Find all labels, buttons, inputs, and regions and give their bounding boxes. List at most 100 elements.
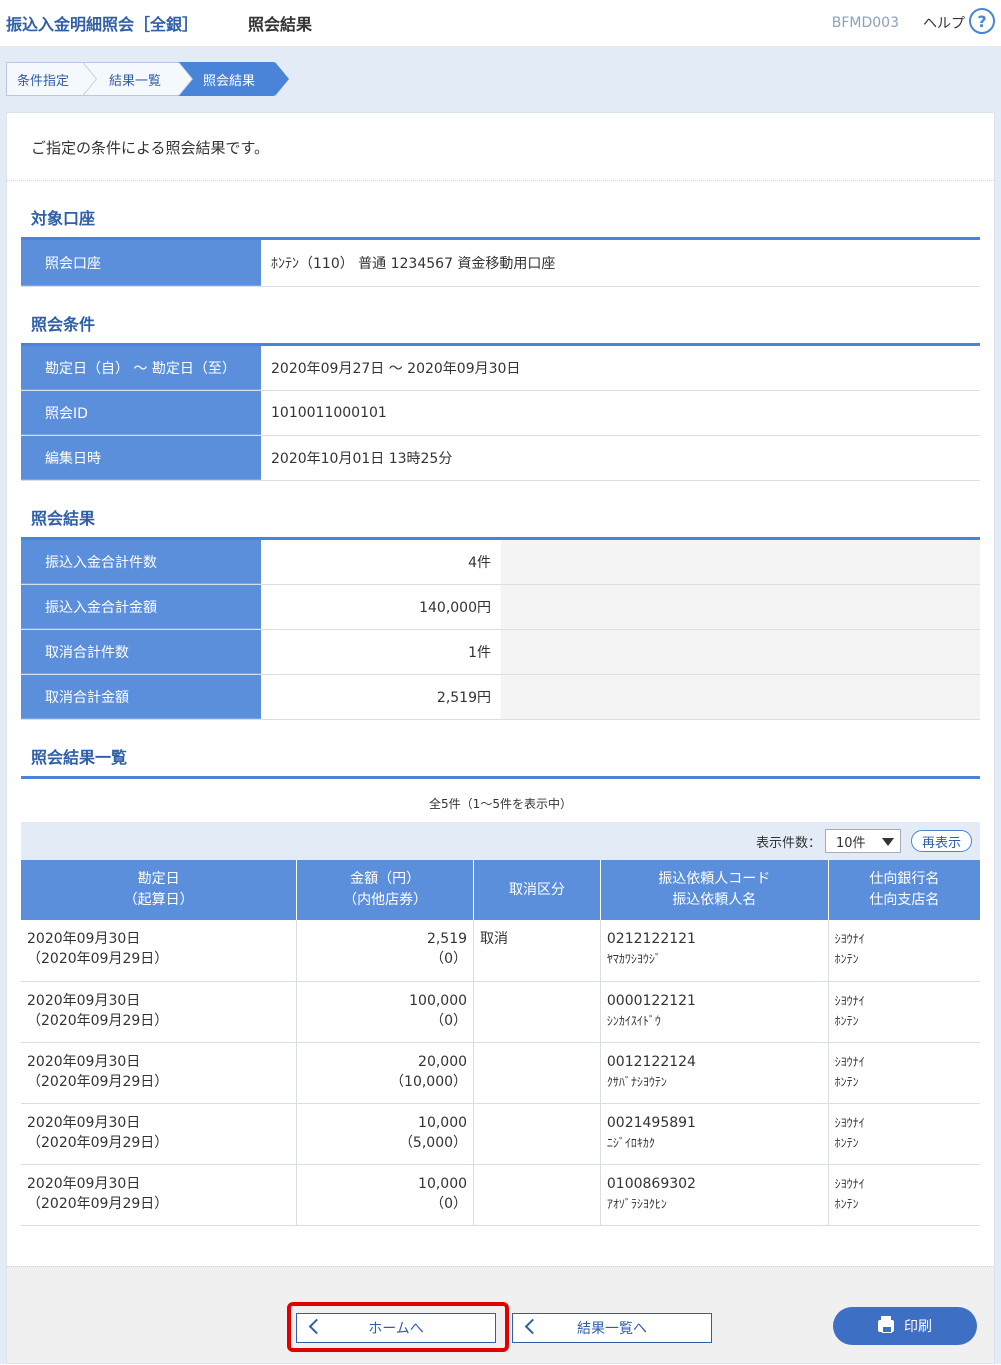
- conditions-row: 照会ID 1010011000101: [21, 391, 980, 436]
- row-filler: [501, 585, 980, 629]
- row-filler: [501, 675, 980, 719]
- row-filler: [501, 540, 980, 584]
- app-title: 振込入金明細照会［全銀］: [6, 15, 199, 34]
- intro-text: ご指定の条件による照会結果です。: [7, 113, 994, 181]
- row-value: 1件: [468, 645, 491, 661]
- row-value: 2,519円: [436, 690, 491, 706]
- result-table: 勘定日 （起算日） 金額（円） （内他店券） 取消区分 振込依頼人コード 振込依頼人名…: [21, 860, 980, 1226]
- row-value: 140,000円: [419, 600, 491, 616]
- page-header: 振込入金明細照会［全銀］ 照会結果 BFMD003 ヘルプ ?: [0, 0, 1001, 46]
- table-row: 2020年09月30日 （2020年09月29日） 10,000 （5,000） 0…: [21, 1103, 980, 1165]
- cell-requester: 0212122121 ﾔﾏｶﾜｼﾖｳｼﾞ: [600, 920, 829, 982]
- result-summary-table: 振込入金合計件数 4件 振込入金合計金額 140,000円 取消合計件数 1件 …: [21, 537, 980, 720]
- cell-amount: 10,000 （5,000）: [296, 1103, 475, 1165]
- table-row: 2020年09月30日 （2020年09月29日） 100,000 （0） 0000…: [21, 981, 980, 1043]
- cell-amount: 10,000 （0）: [296, 1164, 475, 1226]
- row-label: 照会ID: [21, 391, 261, 435]
- chevron-left-icon: [524, 1318, 541, 1334]
- cell-requester: 0012122124 ｸｻﾊﾞﾅｼﾖｳﾃﾝ: [600, 1042, 829, 1104]
- col-header-cancel: 取消区分: [473, 860, 601, 920]
- col-header-bank: 仕向銀行名 仕向支店名: [828, 860, 980, 920]
- refresh-button[interactable]: 再表示: [910, 830, 972, 852]
- cell-date: 2020年09月30日 （2020年09月29日）: [21, 1103, 298, 1165]
- screen-id: BFMD003: [831, 15, 899, 31]
- row-label: 取消合計金額: [21, 675, 261, 719]
- cell-amount: 100,000 （0）: [296, 981, 475, 1043]
- cell-bank: ｼﾖｳﾅｲ ﾎﾝﾃﾝ: [828, 920, 980, 982]
- account-table: 照会口座 ﾎﾝﾃﾝ（110） 普通 1234567 資金移動用口座: [21, 237, 980, 287]
- cell-bank: ｼﾖｳﾅｲ ﾎﾝﾃﾝ: [828, 1164, 980, 1226]
- help-icon[interactable]: ?: [969, 8, 995, 34]
- step-condition: 条件指定: [6, 62, 97, 96]
- result-row: 取消合計金額 2,519円: [21, 675, 980, 720]
- cell-requester: 0021495891 ﾆｼﾞｲﾛｷｶｸ: [600, 1103, 829, 1165]
- cell-cancel: [473, 1103, 601, 1165]
- row-value: ﾎﾝﾃﾝ（110） 普通 1234567 資金移動用口座: [271, 256, 556, 272]
- cell-cancel: 取消: [473, 920, 601, 982]
- printer-icon: [878, 1315, 894, 1333]
- cell-amount: 2,519 （0）: [296, 920, 475, 982]
- row-value: 2020年10月01日 13時25分: [271, 451, 453, 467]
- row-filler: [501, 630, 980, 674]
- cell-bank: ｼﾖｳﾅｲ ﾎﾝﾃﾝ: [828, 1042, 980, 1104]
- conditions-row: 勘定日（自） ～ 勘定日（至） 2020年09月27日 ～ 2020年09月30…: [21, 346, 980, 391]
- account-row: 照会口座 ﾎﾝﾃﾝ（110） 普通 1234567 資金移動用口座: [21, 240, 980, 287]
- breadcrumb: 条件指定 結果一覧 照会結果: [6, 62, 995, 96]
- row-value: 1010011000101: [271, 405, 387, 421]
- cell-bank: ｼﾖｳﾅｲ ﾎﾝﾃﾝ: [828, 981, 980, 1043]
- cell-requester: 0000122121 ｼﾝｶｲｽｲﾄﾞｳ: [600, 981, 829, 1043]
- row-label: 編集日時: [21, 436, 261, 480]
- row-label: 勘定日（自） ～ 勘定日（至）: [21, 346, 261, 390]
- per-page-select[interactable]: 10件: [824, 829, 901, 853]
- col-header-date: 勘定日 （起算日）: [21, 860, 298, 920]
- section-title-account: 対象口座: [31, 209, 96, 228]
- back-to-list-button[interactable]: 結果一覧へ: [512, 1312, 712, 1343]
- list-toolbar: 表示件数： 10件 再表示: [21, 822, 980, 860]
- table-row: 2020年09月30日 （2020年09月29日） 2,519 （0） 取消 021…: [21, 920, 980, 982]
- section-title-conditions: 照会条件: [31, 315, 96, 334]
- section-title-list: 照会結果一覧: [31, 748, 128, 767]
- main-panel: ご指定の条件による照会結果です。 対象口座 照会口座 ﾎﾝﾃﾝ（110） 普通 …: [0, 112, 1001, 1364]
- print-button[interactable]: 印刷: [833, 1306, 977, 1345]
- cell-cancel: [473, 1164, 601, 1226]
- content-area: ご指定の条件による照会結果です。 対象口座 照会口座 ﾎﾝﾃﾝ（110） 普通 …: [6, 112, 995, 1364]
- table-header-row: 勘定日 （起算日） 金額（円） （内他店券） 取消区分 振込依頼人コード 振込依頼人名…: [21, 860, 980, 920]
- help-link[interactable]: ヘルプ: [923, 13, 965, 33]
- cell-date: 2020年09月30日 （2020年09月29日）: [21, 920, 298, 982]
- result-list: 全5件（1～5件を表示中） 表示件数： 10件 再表示 勘定日 （起算日） 金額（…: [21, 776, 980, 1226]
- conditions-row: 編集日時 2020年10月01日 13時25分: [21, 436, 980, 481]
- highlight-frame: [287, 1301, 509, 1352]
- cell-requester: 0100869302 ｱｵｿﾞﾗｼﾖｸﾋﾝ: [600, 1164, 829, 1226]
- print-button-label: 印刷: [904, 1318, 932, 1335]
- col-header-requester: 振込依頼人コード 振込依頼人名: [600, 860, 829, 920]
- result-count: 全5件（1～5件を表示中）: [429, 797, 572, 811]
- col-header-amount: 金額（円） （内他店券）: [296, 860, 475, 920]
- cell-bank: ｼﾖｳﾅｲ ﾎﾝﾃﾝ: [828, 1103, 980, 1165]
- cell-date: 2020年09月30日 （2020年09月29日）: [21, 1042, 298, 1104]
- row-label: 取消合計件数: [21, 630, 261, 674]
- row-value: 4件: [468, 555, 491, 571]
- per-page-label: 表示件数：: [755, 835, 821, 851]
- cell-date: 2020年09月30日 （2020年09月29日）: [21, 981, 298, 1043]
- table-row: 2020年09月30日 （2020年09月29日） 10,000 （0） 01008…: [21, 1164, 980, 1226]
- row-label: 照会口座: [21, 240, 261, 286]
- table-row: 2020年09月30日 （2020年09月29日） 20,000 （10,000） …: [21, 1042, 980, 1104]
- footer-actions: ホームへ 結果一覧へ 印刷: [7, 1265, 994, 1363]
- cell-date: 2020年09月30日 （2020年09月29日）: [21, 1164, 298, 1226]
- section-title-result: 照会結果: [31, 509, 96, 528]
- back-to-list-label: 結果一覧へ: [577, 1320, 647, 1337]
- row-label: 振込入金合計件数: [21, 540, 261, 584]
- result-row: 振込入金合計金額 140,000円: [21, 585, 980, 630]
- per-page-value: 10件: [835, 835, 866, 851]
- row-label: 振込入金合計金額: [21, 585, 261, 629]
- page-title: 照会結果: [248, 15, 313, 34]
- result-row: 振込入金合計件数 4件: [21, 540, 980, 585]
- cell-cancel: [473, 1042, 601, 1104]
- cell-cancel: [473, 981, 601, 1043]
- conditions-table: 勘定日（自） ～ 勘定日（至） 2020年09月27日 ～ 2020年09月30…: [21, 343, 980, 481]
- row-value: 2020年09月27日 ～ 2020年09月30日: [271, 361, 521, 377]
- cell-amount: 20,000 （10,000）: [296, 1042, 475, 1104]
- result-row: 取消合計件数 1件: [21, 630, 980, 675]
- caret-down-icon: [881, 838, 894, 846]
